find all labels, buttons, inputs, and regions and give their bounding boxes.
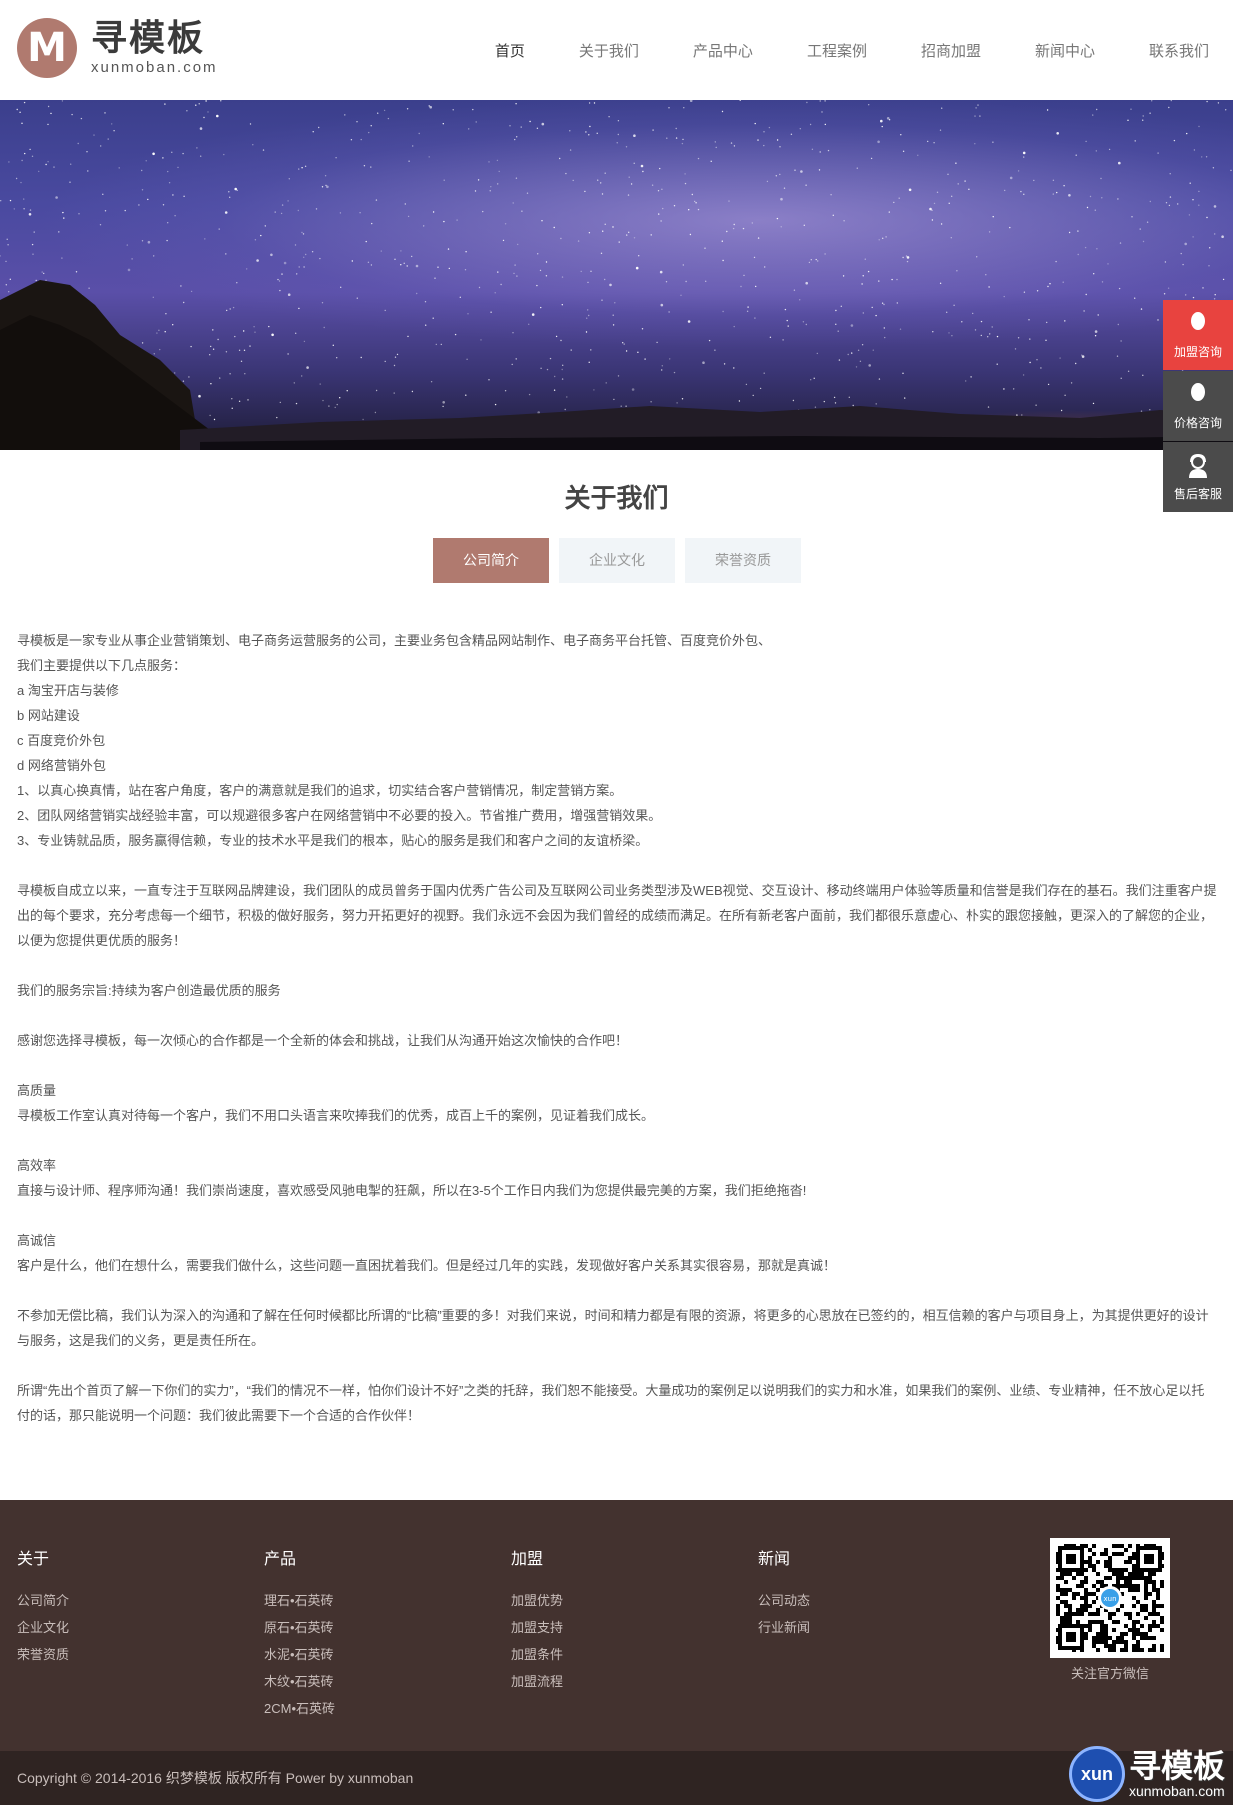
footer-link[interactable]: 理石•石英砖 — [264, 1587, 335, 1614]
content-paragraph: b 网站建设 — [17, 708, 80, 723]
hero-banner — [0, 100, 1233, 450]
content-paragraph: 高诚信 — [17, 1233, 57, 1248]
content-paragraph: c 百度竞价外包 — [17, 733, 106, 748]
footer-link[interactable]: 行业新闻 — [758, 1614, 810, 1641]
about-title: 关于我们 — [564, 483, 669, 513]
franchise-consult-button[interactable]: 加盟咨询 — [1163, 300, 1233, 370]
content-paragraph: 不参加无偿比稿，我们认为深入的沟通和了解在任何时候都比所谓的“比稿”重要的多！对… — [17, 1308, 1209, 1348]
price-consult-button[interactable]: 价格咨询 — [1163, 371, 1233, 441]
footer-col-title: 新闻 — [758, 1551, 791, 1568]
watermark-text: 寻模板 xunmoban.com — [1129, 1749, 1225, 1799]
footer-link[interactable]: 公司简介 — [17, 1587, 69, 1614]
tab-corporate-culture[interactable]: 企业文化 — [559, 538, 675, 583]
nav-home[interactable]: 首页 — [495, 40, 525, 61]
content-paragraph: a 淘宝开店与装修 — [17, 683, 119, 698]
price-consult-label: 价格咨询 — [1173, 415, 1222, 430]
content-spacer — [17, 1003, 1217, 1028]
content-spacer — [17, 1278, 1217, 1303]
content-paragraph: 高质量 — [17, 1083, 57, 1098]
content-spacer — [17, 1053, 1217, 1078]
tab-company-intro[interactable]: 公司简介 — [433, 538, 549, 583]
footer-link[interactable]: 加盟流程 — [511, 1668, 563, 1695]
content-paragraph: 2、团队网络营销实战经验丰富，可以规避很多客户在网络营销中不必要的投入。节省推广… — [17, 808, 662, 823]
footer-col-title: 产品 — [264, 1551, 297, 1568]
footer-col-products: 产品 理石•石英砖 原石•石英砖 水泥•石英砖 木纹•石英砖 2CM•石英砖 — [264, 1545, 335, 1722]
content-paragraph: 直接与设计师、程序师沟通！我们崇尚速度，喜欢感受风驰电掣的狂飙，所以在3-5个工… — [17, 1183, 807, 1198]
site-logo[interactable]: M 寻模板 xunmoban.com — [17, 18, 218, 78]
footer-link[interactable]: 企业文化 — [17, 1614, 69, 1641]
about-tabs: 公司简介 企业文化 荣誉资质 — [433, 538, 811, 583]
watermark-logo: xun 寻模板 xunmoban.com — [1068, 1744, 1225, 1804]
logo-name: 寻模板 — [91, 18, 206, 59]
footer-col-news: 新闻 公司动态 行业新闻 — [758, 1545, 810, 1641]
footer-link[interactable]: 原石•石英砖 — [264, 1614, 335, 1641]
footer-link[interactable]: 2CM•石英砖 — [264, 1695, 335, 1722]
content-paragraph: 我们主要提供以下几点服务： — [17, 658, 187, 673]
footer-col-title: 加盟 — [511, 1551, 544, 1568]
site-footer: 关于 公司简介 企业文化 荣誉资质 产品 理石•石英砖 原石•石英砖 水泥•石英… — [0, 1500, 1233, 1751]
footer-col-title: 关于 — [17, 1551, 50, 1568]
footer-link[interactable]: 水泥•石英砖 — [264, 1641, 335, 1668]
footer-link[interactable]: 荣誉资质 — [17, 1641, 69, 1668]
franchise-consult-label: 加盟咨询 — [1173, 344, 1222, 359]
qq-icon — [1190, 382, 1206, 404]
watermark-name: 寻模板 — [1128, 1747, 1225, 1785]
site-header: M 寻模板 xunmoban.com 首页 关于我们 产品中心 工程案例 招商加… — [0, 0, 1233, 100]
footer-col-franchise: 加盟 加盟优势 加盟支持 加盟条件 加盟流程 — [511, 1545, 563, 1695]
content-spacer — [17, 1203, 1217, 1228]
nav-about[interactable]: 关于我们 — [579, 40, 639, 61]
content-paragraph: d 网络营销外包 — [17, 758, 106, 773]
content-paragraph: 高效率 — [17, 1158, 57, 1173]
copyright-text: Copyright © 2014-2016 织梦模板 版权所有 Power by… — [17, 1770, 414, 1786]
content-paragraph: 寻模板自成立以来，一直专注于互联网品牌建设，我们团队的成员曾务于国内优秀广告公司… — [17, 883, 1217, 948]
nav-news[interactable]: 新闻中心 — [1035, 40, 1095, 61]
content-spacer — [17, 953, 1217, 978]
watermark-badge-icon: xun — [1068, 1746, 1125, 1802]
watermark-domain: xunmoban.com — [1128, 1783, 1225, 1799]
content-paragraph: 所谓“先出个首页了解一下你们的实力”，“我们的情况不一样，怕你们设计不好”之类的… — [17, 1383, 1205, 1423]
customer-service-icon — [1189, 453, 1207, 478]
qr-center-text: xun — [1103, 1595, 1116, 1603]
footer-link[interactable]: 加盟优势 — [511, 1587, 563, 1614]
qr-caption: 关注官方微信 — [1070, 1666, 1149, 1681]
logo-domain: xunmoban.com — [91, 59, 218, 76]
starry-sky-image — [0, 100, 1233, 450]
content-paragraph: 客户是什么，他们在想什么，需要我们做什么，这些问题一直困扰着我们。但是经过几年的… — [17, 1258, 837, 1273]
footer-link[interactable]: 加盟支持 — [511, 1614, 563, 1641]
nav-products[interactable]: 产品中心 — [693, 40, 753, 61]
logo-mark-icon: M — [17, 18, 77, 78]
footer-link[interactable]: 公司动态 — [758, 1587, 810, 1614]
content-paragraph: 寻模板是一家专业从事企业营销策划、电子商务运营服务的公司，主要业务包含精品网站制… — [17, 633, 772, 648]
content-spacer — [17, 853, 1217, 878]
about-content: 寻模板是一家专业从事企业营销策划、电子商务运营服务的公司，主要业务包含精品网站制… — [17, 628, 1217, 1428]
logo-text: 寻模板 xunmoban.com — [91, 19, 218, 77]
content-paragraph: 3、专业铸就品质，服务赢得信赖，专业的技术水平是我们的根本，贴心的服务是我们和客… — [17, 833, 649, 848]
footer-col-about: 关于 公司简介 企业文化 荣誉资质 — [17, 1545, 69, 1668]
wechat-qr-code: xun — [1050, 1538, 1170, 1658]
copyright-bar: Copyright © 2014-2016 织梦模板 版权所有 Power by… — [0, 1751, 1233, 1805]
content-paragraph: 我们的服务宗旨:持续为客户创造最优质的服务 — [17, 983, 281, 998]
qr-code-icon: xun — [1056, 1544, 1164, 1652]
content-paragraph: 寻模板工作室认真对待每一个客户，我们不用口头语言来吹捧我们的优秀，成百上千的案例… — [17, 1108, 655, 1123]
main-nav: 首页 关于我们 产品中心 工程案例 招商加盟 新闻中心 联系我们 — [441, 0, 1209, 100]
content-paragraph: 1、以真心换真情，站在客户角度，客户的满意就是我们的追求，切实结合客户营销情况，… — [17, 783, 623, 798]
content-paragraph: 感谢您选择寻模板，每一次倾心的合作都是一个全新的体会和挑战，让我们从沟通开始这次… — [17, 1033, 629, 1048]
tab-honors[interactable]: 荣誉资质 — [685, 538, 801, 583]
nav-cases[interactable]: 工程案例 — [807, 40, 867, 61]
nav-franchise[interactable]: 招商加盟 — [921, 40, 981, 61]
qq-icon — [1190, 311, 1206, 333]
content-spacer — [17, 1128, 1217, 1153]
footer-link[interactable]: 木纹•石英砖 — [264, 1668, 335, 1695]
nav-contact[interactable]: 联系我们 — [1149, 40, 1209, 61]
footer-link[interactable]: 加盟条件 — [511, 1641, 563, 1668]
content-spacer — [17, 1353, 1217, 1378]
